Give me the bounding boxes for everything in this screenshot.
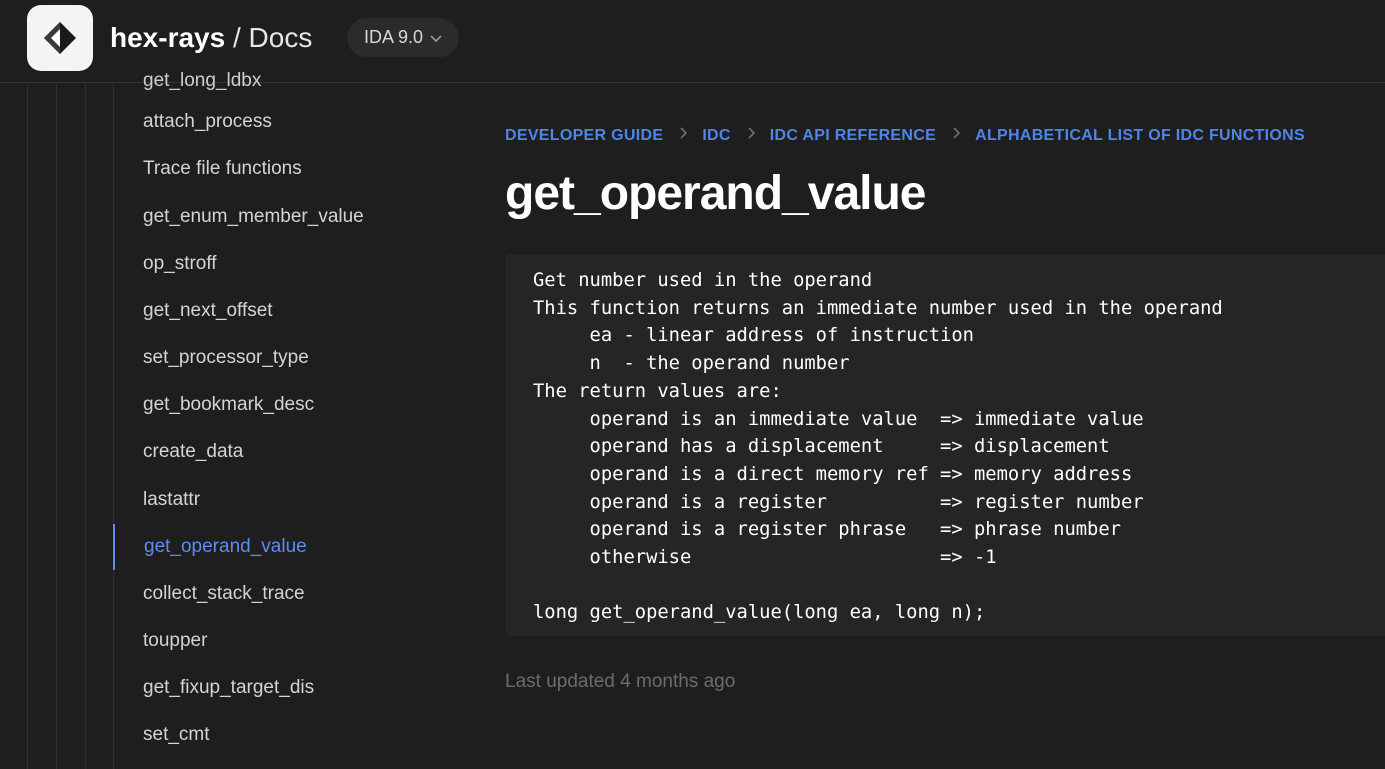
sidebar-item-cut[interactable]: get_long_ldbx xyxy=(143,70,261,92)
sidebar-item[interactable]: lastattr xyxy=(114,477,454,523)
hex-rays-logo-icon[interactable] xyxy=(27,5,93,71)
version-selector[interactable]: IDA 9.0 xyxy=(347,18,460,57)
sidebar-item[interactable]: set_cmt xyxy=(114,712,454,758)
breadcrumb-link[interactable]: IDC API REFERENCE xyxy=(770,127,936,145)
tree-guide-line xyxy=(56,84,57,769)
sidebar-item[interactable]: attach_process xyxy=(114,99,454,145)
sidebar-item[interactable]: get_fixup_target_dis xyxy=(114,665,454,711)
chevron-down-icon xyxy=(430,34,442,42)
sidebar-list: get_long_ldbx attach_process Trace file … xyxy=(113,70,454,769)
sidebar-item[interactable]: get_next_offset xyxy=(114,288,454,334)
logo-mark-icon xyxy=(44,22,76,54)
breadcrumb-link[interactable]: DEVELOPER GUIDE xyxy=(505,127,663,145)
tree-guide-line xyxy=(27,84,28,769)
chevron-right-icon xyxy=(679,126,688,145)
brand-title[interactable]: hex-rays / Docs xyxy=(110,20,312,56)
brand-section: Docs xyxy=(248,22,313,53)
breadcrumb-link[interactable]: IDC xyxy=(702,127,730,145)
sidebar-nav: get_long_ldbx attach_process Trace file … xyxy=(0,70,470,769)
code-block: Get number used in the operand This func… xyxy=(505,254,1385,636)
tree-guide-line xyxy=(85,84,86,769)
sidebar-item[interactable]: toupper xyxy=(114,618,454,664)
chevron-right-icon xyxy=(952,126,961,145)
sidebar-item[interactable]: get_enum_member_value xyxy=(114,194,454,240)
last-updated: Last updated 4 months ago xyxy=(505,671,736,692)
sidebar-item[interactable]: collect_stack_trace xyxy=(114,571,454,617)
chevron-right-icon xyxy=(747,126,756,145)
sidebar-item-active[interactable]: get_operand_value xyxy=(113,524,453,570)
breadcrumb: DEVELOPER GUIDE IDC IDC API REFERENCE AL… xyxy=(505,126,1305,145)
sidebar-item[interactable]: set_processor_type xyxy=(114,335,454,381)
breadcrumb-link[interactable]: ALPHABETICAL LIST OF IDC FUNCTIONS xyxy=(975,127,1305,145)
brand-separator: / xyxy=(225,22,249,53)
sidebar-item[interactable]: Trace file functions xyxy=(114,146,454,192)
brand-name: hex-rays xyxy=(110,22,226,53)
sidebar-item[interactable]: create_data xyxy=(114,429,454,475)
version-label: IDA 9.0 xyxy=(364,27,424,47)
sidebar-item[interactable]: get_bookmark_desc xyxy=(114,382,454,428)
sidebar-item[interactable]: op_stroff xyxy=(114,241,454,287)
page-title: get_operand_value xyxy=(505,167,926,220)
